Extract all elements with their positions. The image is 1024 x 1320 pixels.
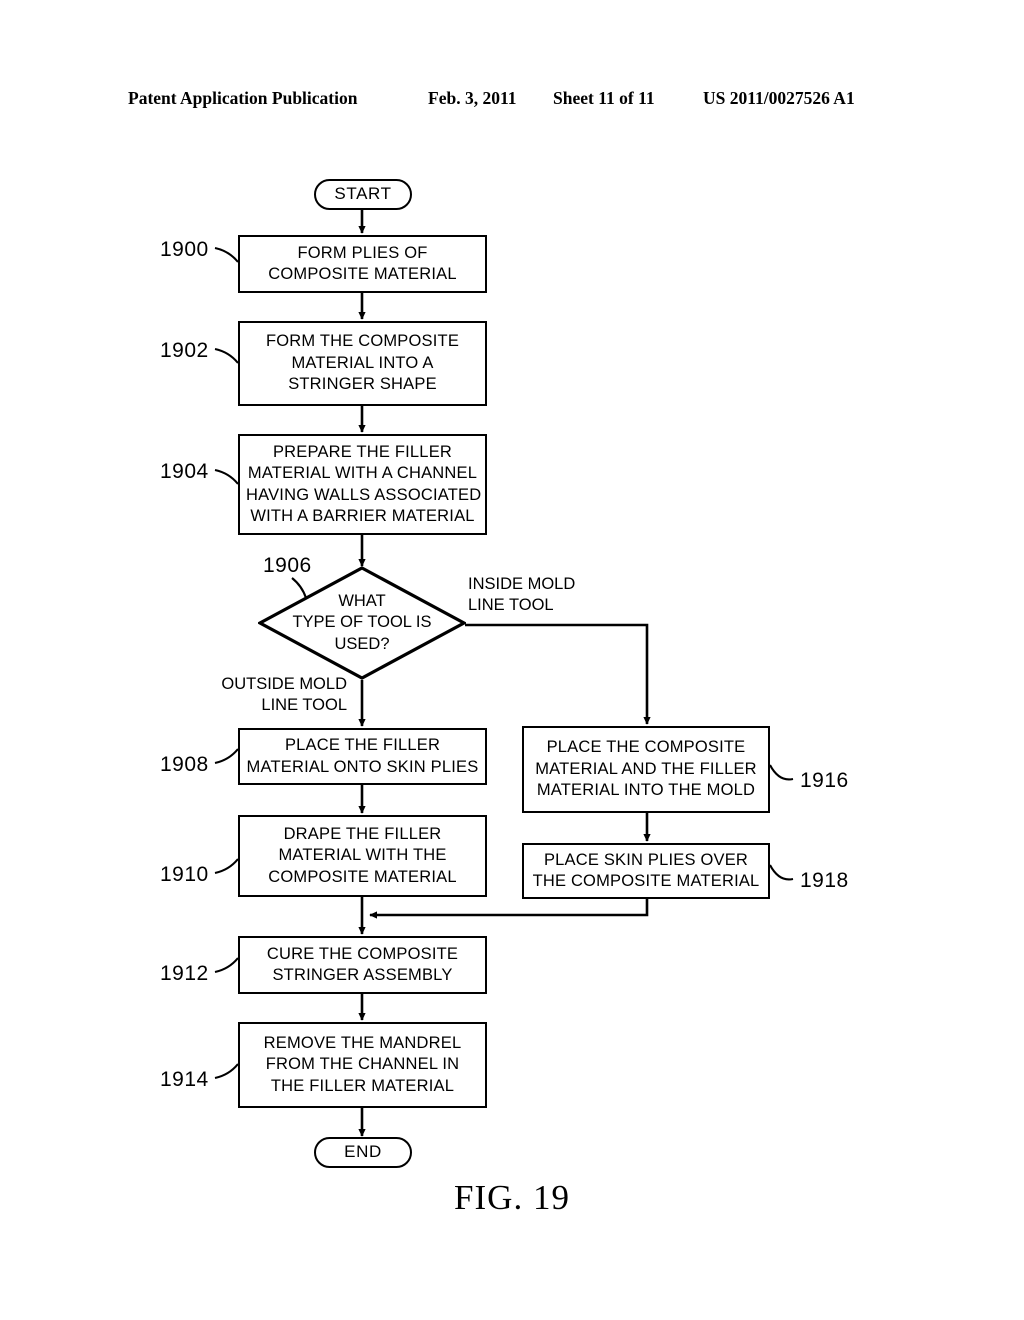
flow-node-1902[interactable]: FORM THE COMPOSITE MATERIAL INTO A STRIN… [238,321,487,406]
ref-numeral-1918: 1918 [800,869,849,892]
edge-1918-to-merge [369,899,649,919]
line: COMPOSITE MATERIAL [268,265,457,283]
leader-1908 [214,748,239,765]
flow-node-start[interactable]: START [314,179,412,210]
figure-caption: FIG. 19 [454,1178,570,1217]
line: LINE TOOL [261,696,347,715]
line: MATERIAL INTO A [291,353,434,372]
leader-1900 [214,246,239,263]
line: LINE TOOL [468,596,554,615]
flow-node-1914[interactable]: REMOVE THE MANDREL FROM THE CHANNEL IN T… [238,1022,487,1108]
line: REMOVE THE MANDREL [263,1033,462,1052]
flow-node-1916-text: PLACE THE COMPOSITE MATERIAL AND THE FIL… [530,737,762,801]
flow-node-1918-text: PLACE SKIN PLIES OVER THE COMPOSITE MATE… [530,850,762,893]
line: STRINGER ASSEMBLY [272,966,453,984]
edge-1906-to-1916 [465,623,651,725]
ref-numeral-1910: 1910 [160,863,209,886]
ref-numeral-1914: 1914 [160,1068,209,1091]
line: INSIDE MOLD [468,575,576,593]
flow-node-end[interactable]: END [314,1137,412,1168]
flow-node-1900-text: FORM PLIES OF COMPOSITE MATERIAL [246,243,479,286]
sheet-number: Sheet 11 of 11 [553,88,655,108]
leader-1902 [214,347,239,364]
ref-numeral-1916: 1916 [800,769,849,792]
branch-label-outside-mold-line-tool: OUTSIDE MOLD LINE TOOL [197,674,347,717]
line: MATERIAL ONTO SKIN PLIES [246,757,479,776]
line: THE COMPOSITE MATERIAL [532,872,760,890]
line: COMPOSITE MATERIAL [268,867,457,886]
line: PREPARE THE FILLER [272,442,453,461]
line: MATERIAL AND THE FILLER [535,759,757,778]
flow-node-1912[interactable]: CURE THE COMPOSITE STRINGER ASSEMBLY [238,936,487,994]
ref-numeral-1900: 1900 [160,238,209,261]
flow-node-1904[interactable]: PREPARE THE FILLER MATERIAL WITH A CHANN… [238,434,487,535]
page-running-head: Patent Application Publication Feb. 3, 2… [0,88,1024,112]
line: WHAT [338,591,386,610]
line: PLACE THE FILLER [284,736,441,755]
line: THE FILLER MATERIAL [270,1076,455,1095]
flow-node-1908[interactable]: PLACE THE FILLER MATERIAL ONTO SKIN PLIE… [238,728,487,785]
leader-1910 [214,858,239,875]
ref-numeral-1902: 1902 [160,339,209,362]
line: DRAPE THE FILLER [283,824,442,843]
line: MATERIAL WITH A CHANNEL [247,464,478,483]
flow-node-1908-text: PLACE THE FILLER MATERIAL ONTO SKIN PLIE… [246,735,479,778]
line: MATERIAL INTO THE MOLD [536,781,756,800]
flow-node-1916[interactable]: PLACE THE COMPOSITE MATERIAL AND THE FIL… [522,726,770,813]
branch-label-inside-mold-line-tool: INSIDE MOLD LINE TOOL [468,574,575,617]
ref-numeral-1908: 1908 [160,753,209,776]
flow-node-1912-text: CURE THE COMPOSITE STRINGER ASSEMBLY [246,944,479,987]
line: CURE THE COMPOSITE [266,944,459,963]
leader-1916 [769,764,794,781]
line: OUTSIDE MOLD [221,675,347,693]
line: USED? [334,634,390,653]
flow-node-1918[interactable]: PLACE SKIN PLIES OVER THE COMPOSITE MATE… [522,843,770,899]
leader-1918 [769,864,794,881]
leader-1904 [214,468,239,485]
flow-node-1904-text: PREPARE THE FILLER MATERIAL WITH A CHANN… [246,442,482,528]
ref-numeral-1912: 1912 [160,962,209,985]
line: PLACE THE COMPOSITE [546,738,746,757]
leader-1914 [214,1063,239,1080]
ref-numeral-1904: 1904 [160,460,209,483]
line: WITH A BARRIER MATERIAL [250,506,475,525]
flow-node-1914-text: REMOVE THE MANDREL FROM THE CHANNEL IN T… [246,1033,479,1097]
leader-1912 [214,957,239,974]
ref-numeral-1906: 1906 [263,554,312,577]
patent-number: US 2011/0027526 A1 [703,88,855,108]
line: FROM THE CHANNEL IN [265,1055,460,1074]
line: FORM PLIES OF [297,243,428,262]
publication-label: Patent Application Publication [128,88,358,108]
line: TYPE OF TOOL IS [292,613,432,632]
line: STRINGER SHAPE [288,375,437,394]
flow-node-end-label: END [344,1142,382,1162]
line: HAVING WALLS ASSOCIATED [246,485,482,504]
line: FORM THE COMPOSITE [265,332,460,351]
flow-node-1900[interactable]: FORM PLIES OF COMPOSITE MATERIAL [238,235,487,293]
flow-node-1902-text: FORM THE COMPOSITE MATERIAL INTO A STRIN… [246,331,479,395]
line: MATERIAL WITH THE [278,846,447,865]
flow-node-1910-text: DRAPE THE FILLER MATERIAL WITH THE COMPO… [246,824,479,888]
flow-node-start-label: START [334,184,392,204]
line: PLACE SKIN PLIES OVER [543,850,749,869]
flowchart-connectors [214,209,794,1137]
publication-date: Feb. 3, 2011 [428,88,517,108]
flow-node-1906-decision[interactable]: WHAT TYPE OF TOOL IS USED? [258,566,466,680]
flow-node-1906-text: WHAT TYPE OF TOOL IS USED? [258,591,466,655]
flow-node-1910[interactable]: DRAPE THE FILLER MATERIAL WITH THE COMPO… [238,815,487,897]
